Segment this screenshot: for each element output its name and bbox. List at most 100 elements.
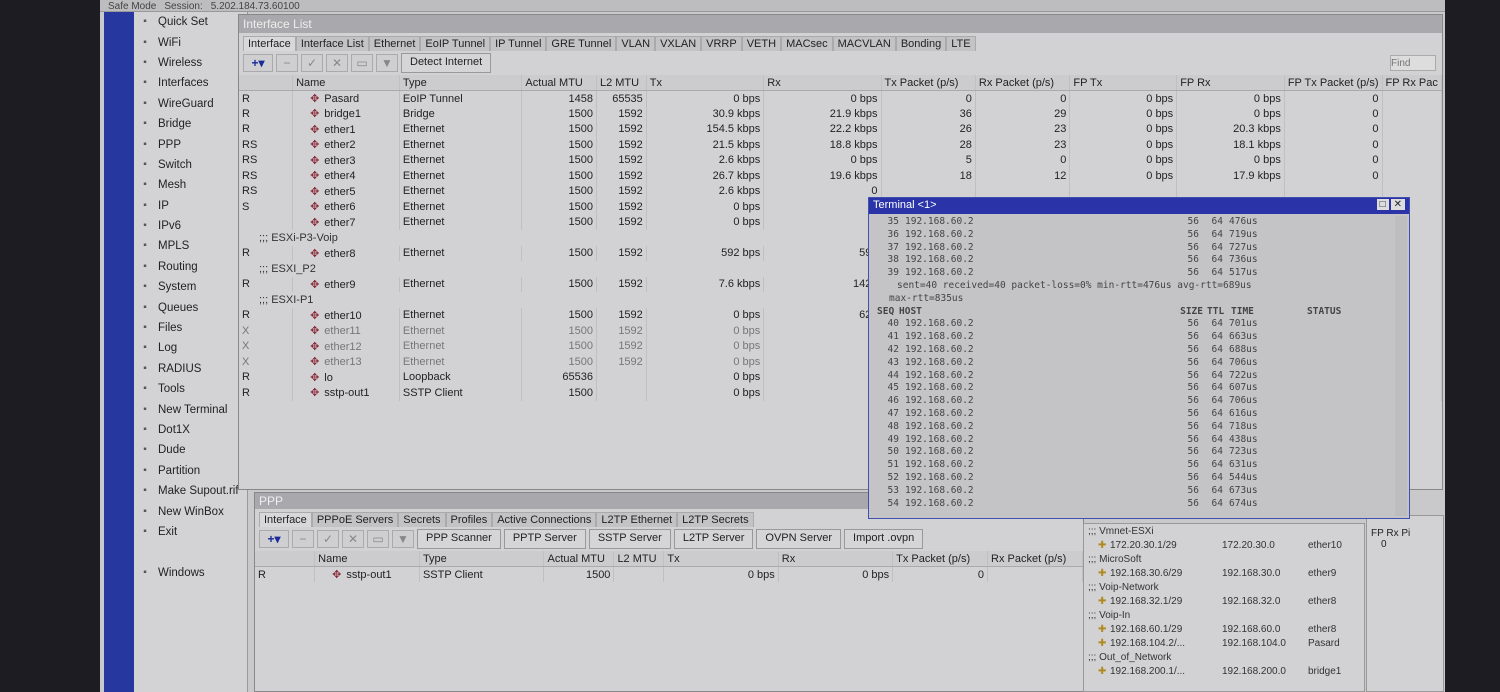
add-button[interactable]: +▾ bbox=[259, 530, 289, 548]
column-header[interactable]: Rx bbox=[778, 551, 894, 567]
column-header[interactable]: Tx Packet (p/s) bbox=[881, 75, 976, 91]
remove-button[interactable]: − bbox=[292, 530, 314, 548]
table-row[interactable]: RS ✥ ether3 Ethernet 1500 1592 2.6 kbps 0 bps 5 0… bbox=[239, 152, 1443, 168]
column-header[interactable]: FP Rx Pac bbox=[1382, 75, 1443, 91]
tab-lte[interactable]: LTE bbox=[946, 36, 976, 51]
terminal-scrollbar[interactable] bbox=[1395, 216, 1407, 516]
enable-button[interactable]: ✓ bbox=[301, 54, 323, 72]
tab-interface-list[interactable]: Interface List bbox=[295, 36, 369, 51]
sidebar-item-windows[interactable]: ▪ Windows bbox=[134, 563, 247, 583]
column-header[interactable]: Name bbox=[292, 75, 400, 91]
disable-button[interactable]: ✕ bbox=[326, 54, 348, 72]
tab-l2tp-secrets[interactable]: L2TP Secrets bbox=[677, 512, 754, 527]
table-row[interactable]: R ✥ bridge1 Bridge 1500 1592 30.9 kbps 21.9 kbp… bbox=[239, 106, 1443, 122]
table-row[interactable]: RS ✥ ether2 Ethernet 1500 1592 21.5 kbps 18.8 k… bbox=[239, 137, 1443, 153]
address-comment[interactable]: ;;; Vmnet-ESXi bbox=[1088, 526, 1360, 540]
tab-eoip-tunnel[interactable]: EoIP Tunnel bbox=[420, 36, 491, 51]
column-header[interactable]: L2 MTU bbox=[613, 551, 665, 567]
sidebar-item-tools[interactable]: ▪ Tools bbox=[134, 379, 247, 399]
add-button[interactable]: +▾ bbox=[243, 54, 273, 72]
sidebar-item-mpls[interactable]: ▪ MPLS bbox=[134, 236, 247, 256]
sidebar-item-quick-set[interactable]: ▪ Quick Set bbox=[134, 12, 247, 32]
column-header[interactable]: Actual MTU bbox=[521, 75, 597, 91]
column-header[interactable]: Name bbox=[314, 551, 420, 567]
address-comment[interactable]: ;;; MicroSoft bbox=[1088, 554, 1360, 568]
terminal-window[interactable]: Terminal <1> ✕ □ 35 192.168.60.2 56 64 476us… bbox=[868, 197, 1410, 519]
tab-macsec[interactable]: MACsec bbox=[781, 36, 833, 51]
sidebar-item-files[interactable]: ▪ Files bbox=[134, 318, 247, 338]
sidebar-item-ip[interactable]: ▪ IP bbox=[134, 196, 247, 216]
sidebar-item-wireless[interactable]: ▪ Wireless bbox=[134, 53, 247, 73]
sidebar-item-interfaces[interactable]: ▪ Interfaces bbox=[134, 73, 247, 93]
sstp-server-button[interactable]: SSTP Server bbox=[588, 529, 671, 549]
sidebar-item-ppp[interactable]: ▪ PPP bbox=[134, 134, 247, 154]
column-header[interactable]: Tx bbox=[663, 551, 779, 567]
tab-gre-tunnel[interactable]: GRE Tunnel bbox=[546, 36, 617, 51]
column-header[interactable]: Rx bbox=[763, 75, 882, 91]
sidebar-item-new-winbox[interactable]: ▪ New WinBox bbox=[134, 501, 247, 521]
table-row[interactable]: R ✥ sstp-out1 SSTP Client 1500 0 bps 0 bps 0 bbox=[255, 566, 1083, 582]
address-comment[interactable]: ;;; Out_of_Network bbox=[1088, 652, 1360, 666]
column-header[interactable] bbox=[239, 75, 294, 91]
address-row[interactable]: ✚ 192.168.60.1/29 192.168.60.0 ether8 bbox=[1088, 624, 1360, 638]
tab-pppoe-servers[interactable]: PPPoE Servers bbox=[311, 512, 399, 527]
column-header[interactable]: Type bbox=[399, 75, 523, 91]
address-row[interactable]: ✚ 192.168.104.2/... 192.168.104.0 Pasard bbox=[1088, 638, 1360, 652]
tab-ethernet[interactable]: Ethernet bbox=[368, 36, 421, 51]
find-input[interactable] bbox=[1390, 55, 1436, 71]
terminal-output[interactable]: 35 192.168.60.2 56 64 476us 36 192.168.60.2 56 6… bbox=[869, 214, 1409, 510]
address-row[interactable]: ✚ 192.168.32.1/29 192.168.32.0 ether8 bbox=[1088, 596, 1360, 610]
sidebar-item-exit[interactable]: ▪ Exit bbox=[134, 522, 247, 542]
tab-bonding[interactable]: Bonding bbox=[895, 36, 947, 51]
tab-vrrp[interactable]: VRRP bbox=[701, 36, 742, 51]
sidebar-item-partition[interactable]: ▪ Partition bbox=[134, 461, 247, 481]
column-header[interactable]: Tx bbox=[646, 75, 765, 91]
tab-vxlan[interactable]: VXLAN bbox=[655, 36, 702, 51]
close-icon[interactable]: ✕ bbox=[1390, 199, 1405, 210]
tab-ip-tunnel[interactable]: IP Tunnel bbox=[490, 36, 547, 51]
sidebar-item-wireguard[interactable]: ▪ WireGuard bbox=[134, 94, 247, 114]
remove-button[interactable]: − bbox=[276, 54, 298, 72]
l2tp-server-button[interactable]: L2TP Server bbox=[673, 529, 754, 549]
sidebar-item-make-supout-rif[interactable]: ▪ Make Supout.rif bbox=[134, 481, 247, 501]
address-row[interactable]: ✚ 192.168.200.1/... 192.168.200.0 bridge1 bbox=[1088, 666, 1360, 680]
table-row[interactable]: R ✥ Pasard EoIP Tunnel 1458 65535 0 bps 0 bps 0 0… bbox=[239, 90, 1443, 106]
sidebar-item-dot1x[interactable]: ▪ Dot1X bbox=[134, 420, 247, 440]
address-row[interactable]: ✚ 192.168.30.6/29 192.168.30.0 ether9 bbox=[1088, 568, 1360, 582]
address-comment[interactable]: ;;; Voip-Network bbox=[1088, 582, 1360, 596]
sidebar-item-log[interactable]: ▪ Log bbox=[134, 338, 247, 358]
sidebar-item-mesh[interactable]: ▪ Mesh bbox=[134, 175, 247, 195]
filter-icon[interactable]: ▼ bbox=[392, 530, 414, 548]
table-row[interactable]: RS ✥ ether4 Ethernet 1500 1592 26.7 kbps 19.6 k… bbox=[239, 168, 1443, 184]
terminal-titlebar[interactable]: Terminal <1> ✕ □ bbox=[869, 198, 1409, 214]
column-header[interactable]: Tx Packet (p/s) bbox=[892, 551, 989, 567]
tab-interface[interactable]: Interface bbox=[259, 512, 312, 527]
sidebar-item-queues[interactable]: ▪ Queues bbox=[134, 297, 247, 317]
column-header[interactable]: Actual MTU bbox=[543, 551, 615, 567]
ppp-scanner-button[interactable]: PPP Scanner bbox=[417, 529, 501, 549]
tab-l2tp-ethernet[interactable]: L2TP Ethernet bbox=[596, 512, 678, 527]
tab-active-connections[interactable]: Active Connections bbox=[492, 512, 597, 527]
column-header[interactable]: FP Tx bbox=[1069, 75, 1178, 91]
comment-button[interactable]: ▭ bbox=[367, 530, 389, 548]
column-header[interactable]: FP Tx Packet (p/s) bbox=[1284, 75, 1383, 91]
sidebar-item-switch[interactable]: ▪ Switch bbox=[134, 155, 247, 175]
tab-macvlan[interactable]: MACVLAN bbox=[832, 36, 896, 51]
filter-icon[interactable]: ▼ bbox=[376, 54, 398, 72]
sidebar-item-routing[interactable]: ▪ Routing bbox=[134, 257, 247, 277]
enable-button[interactable]: ✓ bbox=[317, 530, 339, 548]
disable-button[interactable]: ✕ bbox=[342, 530, 364, 548]
maximize-icon[interactable]: □ bbox=[1376, 199, 1389, 210]
import-ovpn-button[interactable]: Import .ovpn bbox=[844, 529, 924, 549]
column-header[interactable]: FP Rx bbox=[1176, 75, 1285, 91]
column-header[interactable] bbox=[255, 551, 316, 567]
safe-mode-button[interactable]: Safe Mode bbox=[108, 1, 156, 12]
address-row[interactable]: ✚ 172.20.30.1/29 172.20.30.0 ether10 bbox=[1088, 540, 1360, 554]
column-header[interactable]: Rx Packet (p/s) bbox=[975, 75, 1071, 91]
tab-veth[interactable]: VETH bbox=[741, 36, 782, 51]
sidebar-item-bridge[interactable]: ▪ Bridge bbox=[134, 114, 247, 134]
sidebar-item-system[interactable]: ▪ System bbox=[134, 277, 247, 297]
address-comment[interactable]: ;;; Voip-In bbox=[1088, 610, 1360, 624]
column-header[interactable]: Rx Packet (p/s) bbox=[987, 551, 1083, 567]
pptp-server-button[interactable]: PPTP Server bbox=[503, 529, 586, 549]
